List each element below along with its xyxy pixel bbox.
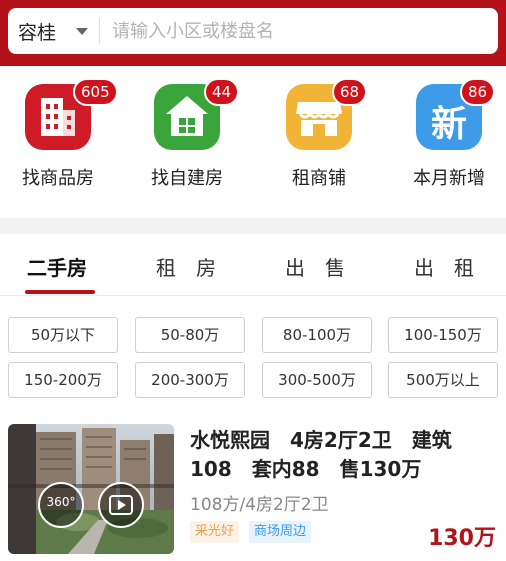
tab-lease[interactable]: 出 租: [414, 252, 474, 281]
search-bar: 容桂: [8, 8, 498, 54]
top-bar: 容桂: [0, 0, 506, 66]
price-filter-chip[interactable]: 300-500万: [262, 362, 372, 398]
category-label: 本月新增: [413, 168, 485, 189]
vr-360-icon[interactable]: 360°: [38, 482, 84, 528]
section-divider: [0, 218, 506, 234]
category-label: 找自建房: [151, 168, 223, 189]
category-self-built-house[interactable]: 44 找自建房: [132, 78, 242, 194]
count-badge: 86: [460, 78, 496, 106]
search-divider: [99, 18, 100, 44]
price-filter-chip[interactable]: 200-300万: [135, 362, 245, 398]
chevron-down-icon[interactable]: [76, 28, 88, 35]
price-filter-chip[interactable]: 50-80万: [135, 317, 245, 353]
city-selector[interactable]: 容桂: [18, 18, 56, 45]
video-play-icon[interactable]: [98, 482, 144, 528]
price-filter-chip[interactable]: 80-100万: [262, 317, 372, 353]
listing-tag: 商场周边: [249, 521, 312, 543]
count-badge: 605: [73, 78, 118, 106]
active-tab-indicator: [25, 290, 95, 294]
listing-photo[interactable]: 360°: [8, 424, 174, 554]
search-input[interactable]: [112, 16, 482, 46]
listing-specs: 108方/4房2厅2卫: [190, 495, 329, 515]
price-filter-chip[interactable]: 500万以上: [388, 362, 498, 398]
listing-item[interactable]: 360° 水悦熙园 4房2厅2卫 建筑108 套内88 售130万 108方/4…: [0, 410, 506, 561]
tab-second-hand[interactable]: 二手房: [27, 252, 87, 281]
listing-tag: 采光好: [190, 521, 240, 543]
category-new-this-month[interactable]: 新 86 本月新增: [394, 78, 504, 194]
vr-360-label: 360°: [46, 495, 76, 509]
tab-rent[interactable]: 租 房: [156, 252, 216, 281]
listing-title: 水悦熙园 4房2厅2卫 建筑108 套内88 售130万: [190, 428, 452, 481]
tab-sell[interactable]: 出 售: [285, 252, 345, 281]
price-filter-chip[interactable]: 100-150万: [388, 317, 498, 353]
category-rent-shop[interactable]: 68 租商铺: [264, 78, 374, 194]
tab-divider: [0, 295, 506, 296]
price-filter-chip[interactable]: 50万以下: [8, 317, 118, 353]
count-badge: 68: [332, 78, 368, 106]
price-filter-chip[interactable]: 150-200万: [8, 362, 118, 398]
count-badge: 44: [204, 78, 240, 106]
category-label: 租商铺: [292, 168, 346, 189]
category-commercial-housing[interactable]: 605 找商品房: [3, 78, 118, 194]
listing-price: 130万: [428, 526, 496, 551]
category-label: 找商品房: [22, 168, 94, 189]
